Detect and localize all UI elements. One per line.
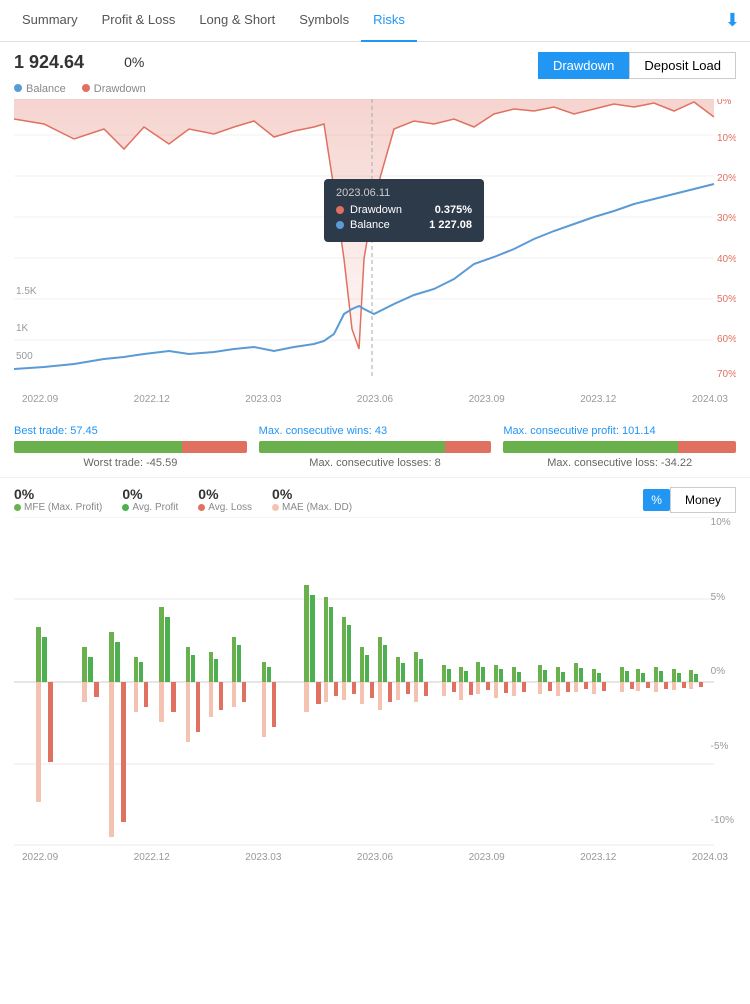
svg-text:70%: 70%: [717, 369, 736, 380]
stats-section: Best trade: 57.45 Worst trade: -45.59 Ma…: [0, 415, 750, 469]
max-profit-bar: [503, 441, 736, 453]
mfe-chart-wrap: 10% 5% 0% -5% -10%: [14, 517, 736, 850]
bar-green-3: [503, 441, 678, 453]
chart1-xaxis: 2022.09 2022.12 2023.03 2023.06 2023.09 …: [14, 394, 736, 405]
svg-text:10%: 10%: [717, 133, 736, 144]
svg-text:20%: 20%: [717, 173, 736, 184]
download-icon[interactable]: ⬇: [725, 10, 740, 31]
navigation: Summary Profit & Loss Long & Short Symbo…: [0, 0, 750, 42]
bar-green-2: [259, 441, 445, 453]
pct-btn[interactable]: %: [643, 489, 670, 511]
drawdown-chart: 1.5K 1K 500 0% 10% 20% 30% 40% 50% 60% 7…: [14, 99, 736, 392]
nav-summary[interactable]: Summary: [10, 0, 90, 42]
stat-consecutive-wins: Max. consecutive wins: 43 Max. consecuti…: [253, 425, 498, 469]
avg-profit-dot: [122, 504, 129, 511]
chart2-svg: [14, 517, 724, 847]
max-wins-bar: [259, 441, 492, 453]
nav-profit-loss[interactable]: Profit & Loss: [90, 0, 188, 42]
chart-toggle-group: Drawdown Deposit Load: [538, 52, 736, 79]
drawdown-btn[interactable]: Drawdown: [538, 52, 629, 79]
nav-long-short[interactable]: Long & Short: [187, 0, 287, 42]
best-trade-bar: [14, 441, 247, 453]
svg-text:1.5K: 1.5K: [16, 286, 37, 297]
drawdown-pct: 0%: [124, 54, 144, 70]
best-trade-label: Best trade: 57.45: [14, 425, 247, 437]
svg-text:1K: 1K: [16, 323, 29, 334]
worst-trade-label: Worst trade: -45.59: [14, 457, 247, 469]
bar-red: [182, 441, 247, 453]
nav-risks[interactable]: Risks: [361, 0, 417, 42]
money-btn[interactable]: Money: [670, 487, 736, 513]
svg-text:50%: 50%: [717, 294, 736, 305]
pct-values: 0% MFE (Max. Profit) 0% Avg. Profit 0% A…: [14, 486, 643, 513]
max-losses-label: Max. consecutive losses: 8: [259, 457, 492, 469]
svg-text:0%: 0%: [717, 99, 732, 107]
stats-row: Best trade: 57.45 Worst trade: -45.59 Ma…: [14, 425, 736, 469]
mfe-header: 0% MFE (Max. Profit) 0% Avg. Profit 0% A…: [14, 486, 736, 513]
avg-loss-dot: [198, 504, 205, 511]
max-profit-label: Max. consecutive profit: 101.14: [503, 425, 736, 437]
pct-avg-profit: 0% Avg. Profit: [122, 486, 178, 513]
max-wins-label: Max. consecutive wins: 43: [259, 425, 492, 437]
chart-header: 1 924.64 0% Drawdown Deposit Load: [14, 52, 736, 79]
pct-avg-loss: 0% Avg. Loss: [198, 486, 252, 513]
drawdown-legend: Drawdown: [82, 83, 146, 95]
pct-mae: 0% MAE (Max. DD): [272, 486, 352, 513]
svg-text:30%: 30%: [717, 213, 736, 224]
bar-red-2: [445, 441, 492, 453]
chart2-xaxis: 2022.09 2022.12 2023.03 2023.06 2023.09 …: [14, 852, 736, 863]
mae-dot: [272, 504, 279, 511]
drawdown-section: 1 924.64 0% Drawdown Deposit Load Balanc…: [0, 42, 750, 415]
stat-consecutive-profit: Max. consecutive profit: 101.14 Max. con…: [497, 425, 736, 469]
chart-legend: Balance Drawdown: [14, 83, 736, 95]
chart-svg: 1.5K 1K 500 0% 10% 20% 30% 40% 50% 60% 7…: [14, 99, 736, 389]
svg-text:40%: 40%: [717, 254, 736, 265]
chart2-toggle: % Money: [643, 487, 736, 513]
bar-red-3: [678, 441, 736, 453]
svg-text:60%: 60%: [717, 334, 736, 345]
bar-green: [14, 441, 182, 453]
nav-symbols[interactable]: Symbols: [287, 0, 361, 42]
mfe-section: 0% MFE (Max. Profit) 0% Avg. Profit 0% A…: [0, 477, 750, 863]
max-loss-label: Max. consecutive loss: -34.22: [503, 457, 736, 469]
pct-mfe: 0% MFE (Max. Profit): [14, 486, 102, 513]
deposit-load-btn[interactable]: Deposit Load: [629, 52, 736, 79]
chart2-yaxis: 10% 5% 0% -5% -10%: [711, 517, 734, 826]
mfe-dot: [14, 504, 21, 511]
svg-text:500: 500: [16, 351, 33, 362]
stat-best-trade: Best trade: 57.45 Worst trade: -45.59: [14, 425, 253, 469]
balance-legend: Balance: [14, 83, 66, 95]
balance-value: 1 924.64: [14, 52, 84, 73]
